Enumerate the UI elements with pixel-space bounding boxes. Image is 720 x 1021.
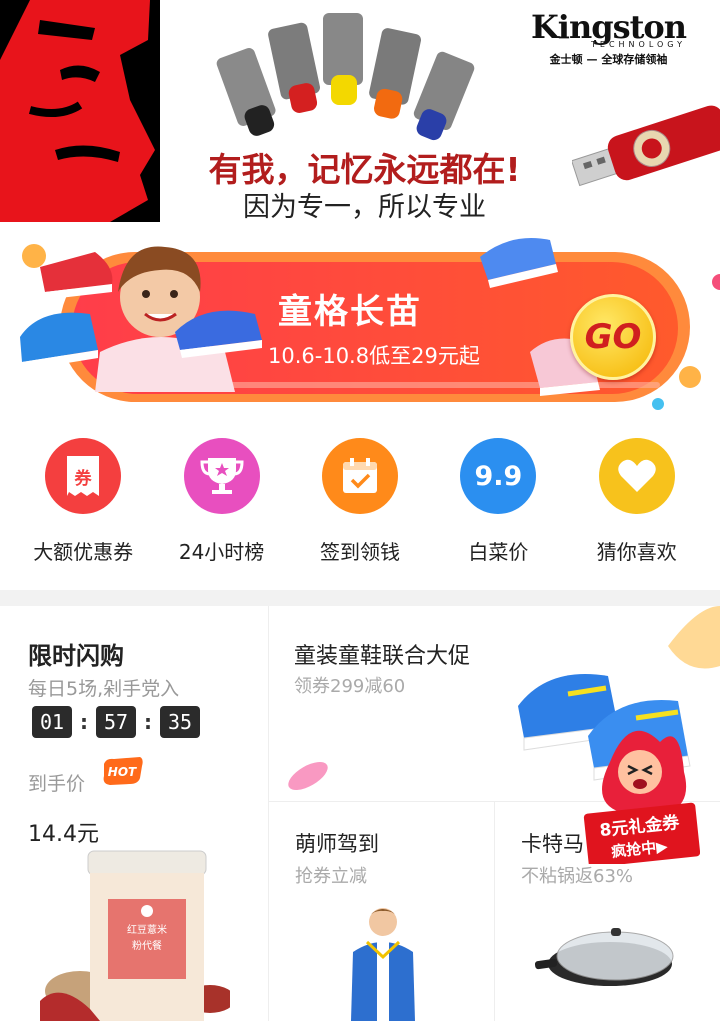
slogan-sub: 因为专一，所以专业 (243, 192, 486, 222)
timer-separator: : (144, 710, 152, 734)
hot-badge-text: HOT (108, 765, 137, 779)
flash-sale-title: 限时闪购 (28, 642, 124, 670)
nav-item-guess-you-like[interactable]: 猜你喜欢 (572, 438, 702, 590)
red-usb-drive-image (572, 105, 720, 187)
boy-jacket-image (351, 908, 415, 1021)
price-9-9-icon: 9.9 (460, 438, 537, 514)
nav-label: 大额优惠券 (33, 540, 134, 564)
kids-clothing-subtitle: 领券299减60 (294, 676, 406, 697)
kingston-slogan: 有我，记忆永远都在! 因为专一，所以专业 (192, 150, 537, 222)
pharaoh-face-art (0, 0, 160, 222)
flash-sale-subtitle: 每日5场,剁手党入 (28, 678, 180, 700)
trophy-icon (183, 438, 260, 514)
product-jar-image: 红豆薏米 粉代餐 (40, 850, 230, 1021)
go-label: GO (584, 317, 642, 357)
nav-label: 白菜价 (468, 540, 529, 564)
svg-text:红豆薏米: 红豆薏米 (127, 923, 167, 936)
pan-promo-subtitle: 不粘锅返63% (521, 866, 634, 887)
calendar-check-icon (321, 438, 398, 514)
coupon-badge-8yuan[interactable]: 8元礼金券 疯抢中▶ (580, 712, 700, 864)
nav-item-24h-ranking[interactable]: 24小时榜 (157, 438, 287, 590)
kids-shoes-banner[interactable]: 童格长苗 10.6-10.8低至29元起 GO (0, 222, 720, 420)
teacher-promo-card[interactable]: 萌师驾到 抢券立减 (269, 802, 494, 1021)
brand-name: Kingston (530, 8, 687, 46)
pan-promo-title-text: 卡特马 (521, 832, 584, 856)
go-button[interactable]: GO (570, 294, 656, 380)
nav-label: 签到领钱 (319, 540, 400, 564)
timer-separator: : (80, 710, 88, 734)
countdown-timer: 01 : 57 : 35 (32, 706, 200, 738)
kingston-logo: Kingston TECHNOLOGY 金士顿 — 全球存储领袖 (530, 8, 687, 67)
nav-item-coupons[interactable]: 券 大额优惠券 (18, 438, 148, 590)
timer-minutes: 57 (96, 706, 136, 738)
kids-banner-title: 童格长苗 (278, 292, 422, 332)
svg-text:粉代餐: 粉代餐 (132, 939, 162, 952)
nav-label: 24小时榜 (178, 540, 265, 564)
timer-hours: 01 (32, 706, 72, 738)
coupon-icon: 券 (45, 438, 122, 514)
price-icon-text: 9.9 (474, 460, 523, 492)
kids-clothing-title: 童装童鞋联合大促 (294, 644, 471, 669)
kids-banner-date: 10.6-10.8低至29元起 (268, 344, 480, 368)
timer-seconds: 35 (160, 706, 200, 738)
usb-drives-image (216, 13, 475, 141)
quick-nav: 券 大额优惠券 24小时榜 签到领钱 9.9 白菜价 猜你喜欢 (0, 420, 720, 590)
brand-tagline: 金士顿 — 全球存储领袖 (549, 53, 668, 66)
heart-icon (598, 438, 675, 514)
hot-badge: HOT (103, 757, 143, 785)
nav-item-checkin[interactable]: 签到领钱 (295, 438, 425, 590)
teacher-promo-title: 萌师驾到 (295, 832, 379, 856)
nav-item-bargain[interactable]: 9.9 白菜价 (433, 438, 563, 590)
coupon-icon-text: 券 (74, 468, 93, 489)
flash-sale-card[interactable]: 限时闪购 每日5场,剁手党入 01 : 57 : 35 到手价 HOT 14.4… (0, 606, 268, 1021)
teacher-promo-subtitle: 抢券立减 (295, 866, 367, 887)
frying-pan-image (535, 928, 674, 986)
kingston-banner[interactable]: Kingston TECHNOLOGY 金士顿 — 全球存储领袖 有我，记忆永远… (0, 0, 720, 222)
price-label: 到手价 (28, 773, 86, 795)
slogan-main: 有我，记忆永远都在! (208, 150, 521, 189)
nav-label: 猜你喜欢 (596, 540, 677, 564)
